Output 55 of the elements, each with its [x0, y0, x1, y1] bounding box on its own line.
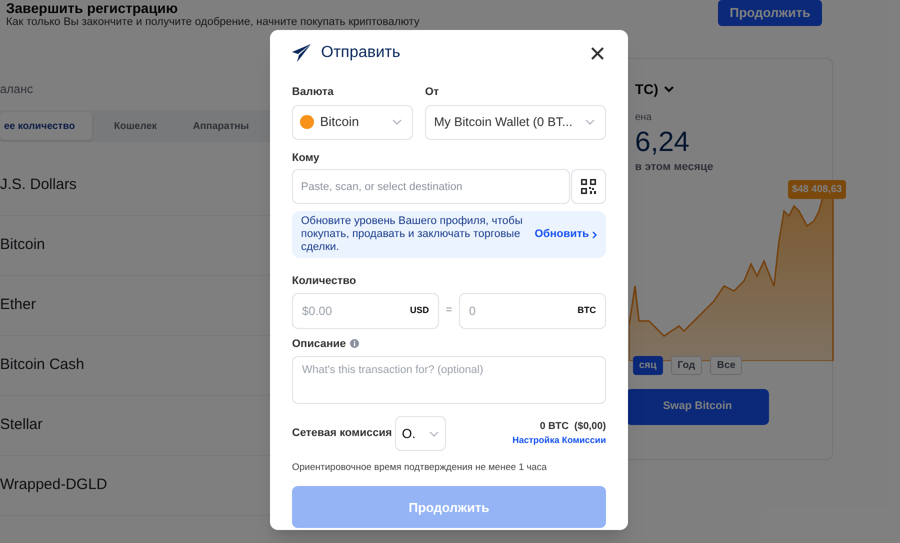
- price-value: 6,24: [635, 125, 690, 159]
- continue-button[interactable]: Продолжить: [718, 0, 822, 26]
- usd-amount-field[interactable]: $0.00 USD: [292, 292, 439, 328]
- asset-name: Wrapped-DGLD: [0, 475, 108, 496]
- balance-tab[interactable]: Аппаратны: [178, 112, 263, 140]
- asset-name: Ether: [0, 295, 36, 316]
- field-label: От: [425, 85, 440, 100]
- confirmation-time-note: Ориентировочное время подтверждения не менее 1 часа: [292, 461, 548, 475]
- qr-code-button[interactable]: [571, 169, 606, 204]
- fee-amount: 0 BTC ($0,00): [540, 420, 606, 434]
- qr-code-icon: [581, 179, 596, 194]
- price-label: ена: [635, 111, 652, 125]
- registration-title: Завершить регистрацию: [6, 0, 178, 16]
- info-icon: [350, 339, 359, 348]
- asset-name: J.S. Dollars: [0, 175, 77, 196]
- registration-subtitle: Как только Вы закончите и получите одобрение, начните покупать криптовалюту: [6, 16, 420, 29]
- currency-dropdown[interactable]: Bitcoin: [292, 104, 413, 140]
- bitcoin-icon: [300, 115, 314, 129]
- btc-amount-field[interactable]: 0 BTC: [459, 292, 606, 328]
- time-range-tab[interactable]: сяц: [633, 356, 663, 374]
- close-icon[interactable]: [591, 46, 604, 60]
- destination-input[interactable]: Paste, scan, or select destination: [292, 169, 570, 204]
- asset-name: Stellar: [0, 415, 43, 436]
- balance-title: аланс: [0, 81, 33, 98]
- equals-sign: =: [444, 303, 454, 318]
- asset-name: Bitcoin: [0, 235, 46, 256]
- time-range-tab[interactable]: Все: [710, 356, 742, 374]
- paper-plane-icon: [292, 44, 312, 62]
- field-label: Кому: [292, 150, 320, 166]
- price-change: в этом месяце: [635, 160, 714, 175]
- asset-selector[interactable]: TC): [635, 79, 658, 100]
- field-label: Сетевая комиссия: [292, 426, 392, 442]
- wallet-dropdown[interactable]: My Bitcoin Wallet (0 BT...: [425, 104, 606, 140]
- upgrade-link[interactable]: Обновить: [534, 226, 597, 243]
- field-label: Описание: [292, 336, 346, 352]
- currency-unit: BTC: [578, 304, 596, 317]
- chevron-down-icon: [585, 119, 595, 125]
- balance-tab[interactable]: ее количество: [0, 112, 92, 140]
- description-input[interactable]: What's this transaction for? (optional): [292, 356, 606, 404]
- chevron-down-icon: [664, 86, 674, 93]
- chevron-right-icon: [592, 230, 597, 238]
- fee-dropdown[interactable]: O.: [394, 416, 446, 451]
- chevron-down-icon: [392, 119, 402, 125]
- swap-button[interactable]: Swap Bitcoin: [626, 388, 769, 424]
- field-label: Количество: [292, 274, 358, 289]
- balance-tab[interactable]: Кошелек: [100, 112, 171, 140]
- notice-text: Обновите уровень Вашего профиля, чтобы покупать, продавать и заключать торговые сделки.: [301, 215, 524, 254]
- chevron-down-icon: [428, 430, 439, 436]
- asset-name: Bitcoin Cash: [0, 355, 84, 376]
- price-tag: $48 408,63: [788, 180, 846, 199]
- dialog-title: Отправить: [321, 43, 400, 63]
- time-range-tab[interactable]: Год: [670, 356, 702, 374]
- fee-settings-link[interactable]: Настройка Комиссии: [512, 434, 606, 448]
- currency-unit: USD: [410, 304, 429, 317]
- field-label: Валюта: [292, 85, 335, 100]
